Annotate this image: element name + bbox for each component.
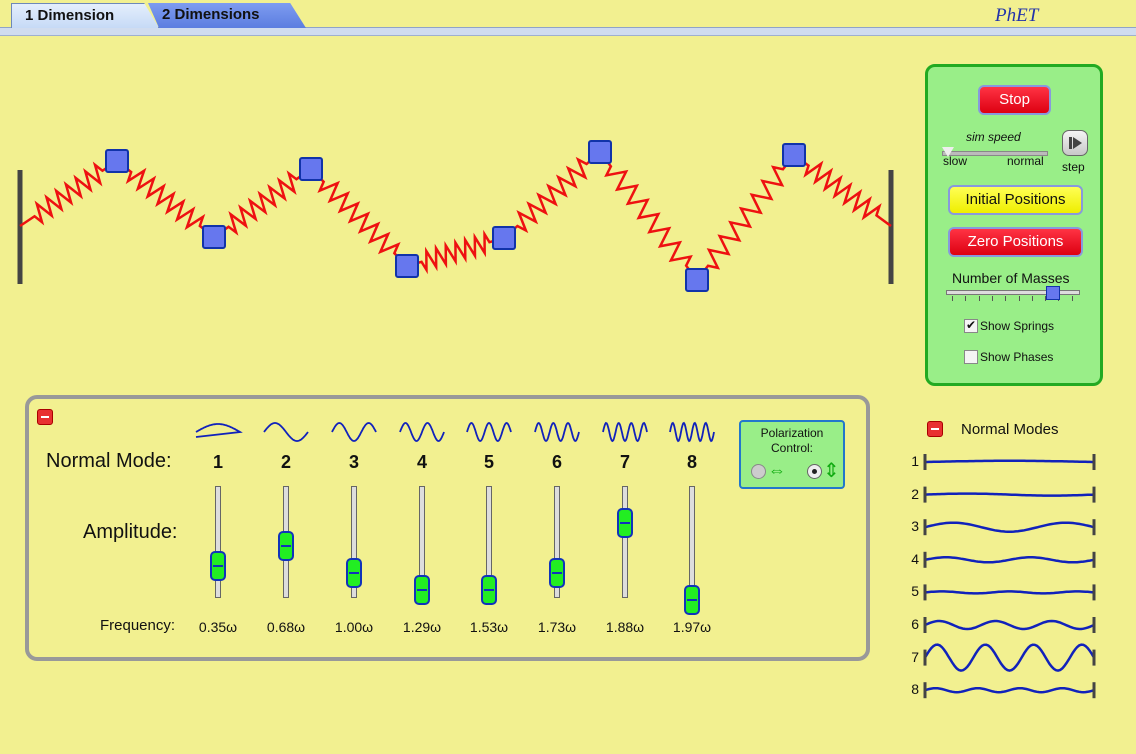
- vertical-polarization-radio[interactable]: [807, 464, 822, 479]
- mass-1[interactable]: [105, 149, 129, 173]
- normal-mode-4-number: 4: [911, 550, 919, 567]
- amplitude-label: Amplitude:: [83, 521, 178, 543]
- normal-mode-8-number: 8: [911, 681, 919, 698]
- mass-count-tick: [965, 296, 967, 301]
- mass-count-tick: [1005, 296, 1007, 301]
- mode-7-amplitude-thumb[interactable]: [617, 508, 633, 539]
- normal-mode-2-wave: [924, 492, 1095, 497]
- mode-5-frequency: 1.53ω: [469, 619, 509, 635]
- normal-mode-7-number: 7: [911, 648, 919, 665]
- mass-count-tick: [1018, 296, 1020, 301]
- mode-6-frequency: 1.73ω: [537, 619, 577, 635]
- normal-label: normal: [1007, 154, 1044, 168]
- normal-mode-label: Normal Mode:: [46, 450, 172, 472]
- mode-3-frequency: 1.00ω: [334, 619, 374, 635]
- mode-3-number: 3: [348, 452, 359, 472]
- mode-6-amplitude-thumb[interactable]: [549, 558, 565, 589]
- spring: [599, 151, 698, 281]
- mass-4[interactable]: [395, 254, 419, 278]
- mass-3[interactable]: [299, 157, 323, 181]
- normal-mode-6-number: 6: [911, 616, 919, 632]
- normal-mode-3-wave: [924, 521, 1095, 533]
- polarization-label: Polarization Control:: [760, 426, 824, 455]
- zero-positions-button[interactable]: Zero Positions: [948, 227, 1083, 257]
- mode-7-amplitude-slider[interactable]: [622, 486, 628, 598]
- number-of-masses-label: Number of Masses: [952, 270, 1070, 286]
- mode-2-number: 2: [280, 452, 291, 472]
- normal-mode-6-wave: [924, 619, 1095, 631]
- mode-1-amplitude-thumb[interactable]: [210, 550, 226, 581]
- normal-mode-5-wave: [924, 590, 1095, 595]
- mass-6[interactable]: [588, 140, 612, 164]
- horizontal-polarization-radio[interactable]: [751, 464, 766, 479]
- mode-8-amplitude-slider[interactable]: [689, 486, 695, 598]
- mass-count-tick: [952, 296, 953, 301]
- step-forward-icon: [1069, 137, 1082, 149]
- sim-speed-label: sim speed: [966, 130, 1021, 144]
- spring: [310, 168, 408, 267]
- show-phases-checkbox[interactable]: [964, 350, 978, 364]
- mass-count-tick: [978, 296, 980, 301]
- initial-positions-button[interactable]: Initial Positions: [948, 185, 1083, 215]
- mode-3-amplitude-thumb[interactable]: [346, 558, 362, 589]
- mode-8-amplitude-thumb[interactable]: [684, 585, 700, 616]
- mode-7-number: 7: [619, 452, 630, 472]
- spring: [19, 159, 118, 228]
- mode-7-frequency: 1.88ω: [605, 619, 645, 635]
- show-springs-checkbox[interactable]: ✔: [964, 319, 978, 333]
- mode-4-amplitude-thumb[interactable]: [414, 575, 430, 606]
- stop-button[interactable]: Stop: [978, 85, 1051, 115]
- normal-mode-2-number: 2: [911, 485, 919, 502]
- normal-mode-1-number: 1: [911, 453, 919, 469]
- normal-mode-4-wave: [924, 556, 1095, 564]
- show-springs-label: Show Springs: [980, 319, 1055, 333]
- mode-1-frequency: 0.35ω: [198, 619, 238, 635]
- show-phases-label: Show Phases: [980, 350, 1054, 364]
- mode-2-frequency: 0.68ω: [266, 619, 306, 635]
- mass-7[interactable]: [685, 268, 709, 292]
- number-of-masses-thumb[interactable]: [1046, 286, 1061, 300]
- polarization-control: Polarization Control: ⇔ ⇕: [739, 420, 845, 489]
- horizontal-arrow-icon: ⇔: [768, 460, 786, 480]
- mode-8-frequency: 1.97ω: [672, 619, 712, 635]
- normal-mode-7-wave: [923, 643, 1096, 672]
- mode-2-amplitude-thumb[interactable]: [278, 531, 294, 562]
- mass-2[interactable]: [202, 225, 226, 249]
- mode-5-number: 5: [483, 452, 494, 472]
- mass-5[interactable]: [492, 226, 516, 250]
- spring: [116, 160, 215, 238]
- mode-8-number: 8: [686, 452, 697, 472]
- mode-6-number: 6: [551, 452, 562, 472]
- spring: [793, 153, 892, 228]
- control-panel: Stop sim speed slow normal step Initial …: [925, 64, 1103, 386]
- normal-modes-title: Normal Modes: [961, 421, 1059, 438]
- mode-5-amplitude-thumb[interactable]: [481, 575, 497, 606]
- mode-4-frequency: 1.29ω: [402, 619, 442, 635]
- number-of-masses-slider[interactable]: [946, 286, 1080, 306]
- normal-mode-3-number: 3: [911, 518, 919, 535]
- vertical-arrow-icon: ⇕: [823, 460, 840, 482]
- mode-1-number: 1: [212, 452, 223, 472]
- spring: [503, 151, 601, 239]
- spring: [406, 229, 505, 275]
- normal-mode-8-wave: [924, 686, 1095, 694]
- mass-count-tick: [1071, 296, 1073, 301]
- spring: [696, 154, 795, 281]
- collapse-normal-modes-button[interactable]: [927, 421, 943, 437]
- mass-count-tick: [991, 296, 993, 301]
- normal-mode-1-wave: [925, 459, 1094, 464]
- mass-count-tick: [1031, 296, 1033, 301]
- step-button[interactable]: [1062, 130, 1088, 156]
- frequency-label: Frequency:: [100, 617, 176, 634]
- spring: [213, 167, 312, 239]
- normal-mode-5-number: 5: [911, 583, 919, 600]
- mode-1-amplitude-slider[interactable]: [215, 486, 221, 598]
- mass-8[interactable]: [782, 143, 806, 167]
- collapse-modes-button[interactable]: [37, 409, 53, 425]
- mode-4-number: 4: [416, 452, 427, 472]
- slow-label: slow: [943, 154, 968, 168]
- checkmark-icon: ✔: [965, 318, 977, 332]
- step-label: step: [1062, 160, 1085, 174]
